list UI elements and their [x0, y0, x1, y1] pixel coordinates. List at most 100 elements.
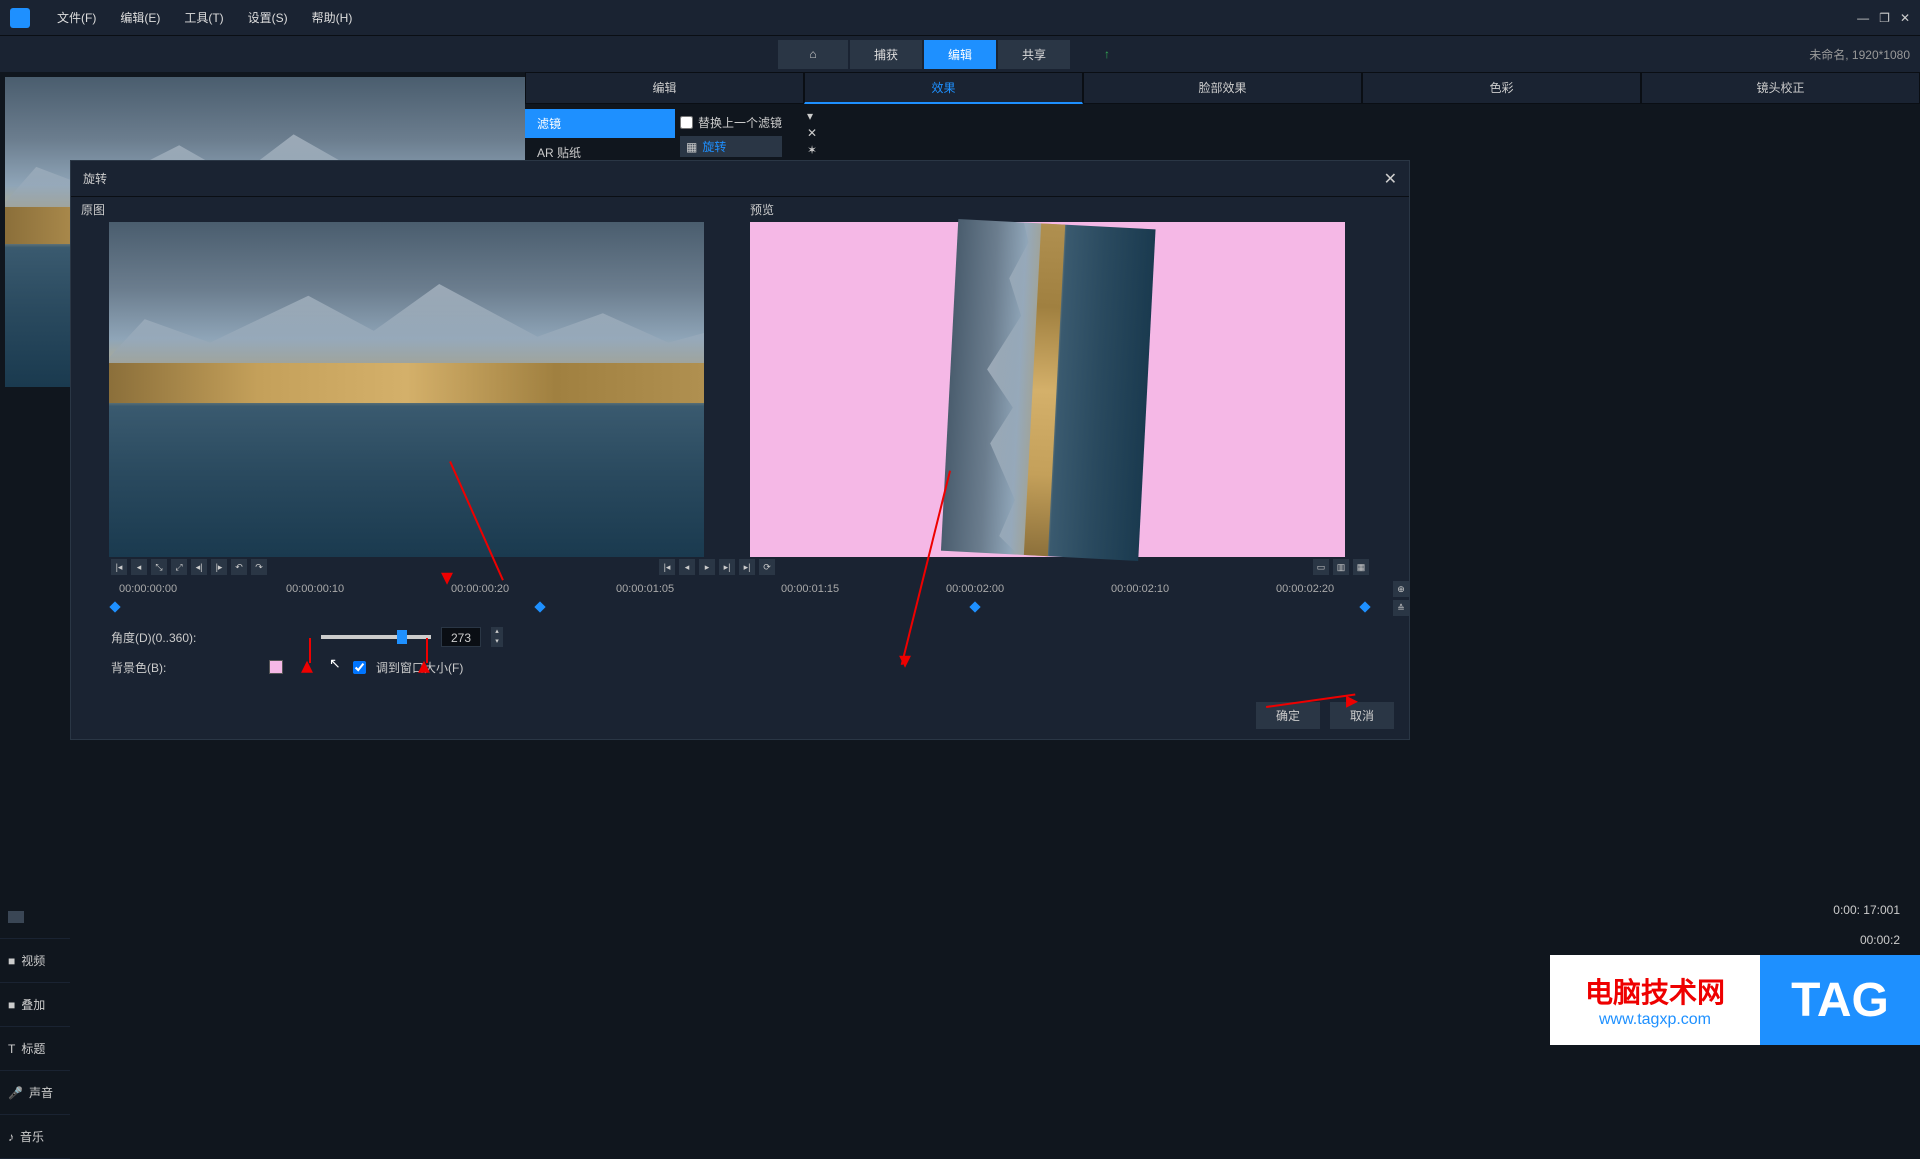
maximize-icon[interactable]: ❐ [1879, 11, 1890, 25]
nav-edit[interactable]: 编辑 [924, 40, 996, 69]
modal-timeline[interactable]: 00:00:00:00 00:00:00:10 00:00:00:20 00:0… [71, 577, 1409, 607]
dropdown-icon[interactable]: ▾ [807, 109, 817, 123]
keyframe-start[interactable] [109, 601, 120, 612]
filter-list: 滤镜 AR 贴纸 [525, 109, 675, 167]
loop-icon[interactable]: ⟳ [759, 559, 775, 575]
view1-icon[interactable]: ▭ [1313, 559, 1329, 575]
minimize-icon[interactable]: — [1857, 11, 1869, 25]
tc-2: 00:00:00:20 [451, 583, 509, 595]
close-icon[interactable]: ✕ [1900, 11, 1910, 25]
angle-slider[interactable] [321, 635, 431, 639]
tc-end: 00:00:2 [1833, 933, 1900, 947]
tl-tab-video[interactable]: ■ 视频 [0, 939, 70, 983]
settings-icon[interactable]: ✶ [807, 143, 817, 157]
angle-up-icon[interactable]: ▴ [491, 627, 503, 637]
delete-icon[interactable]: ✕ [807, 126, 817, 140]
prev-icon[interactable]: ◂ [679, 559, 695, 575]
main-menu: 文件(F) 编辑(E) 工具(T) 设置(S) 帮助(H) — ❐ ✕ [0, 0, 1920, 36]
tc-6: 00:00:02:10 [1111, 583, 1169, 595]
menu-settings[interactable]: 设置(S) [236, 9, 300, 26]
voice-icon: 🎤 [8, 1086, 23, 1100]
rotate-controls: 角度(D)(0..360): 273 ▴▾ 背景色(B): 调到窗口大小(F) [71, 607, 1409, 697]
menu-edit[interactable]: 编辑(E) [108, 9, 172, 26]
nav-share[interactable]: 共享 [998, 40, 1070, 69]
view3-icon[interactable]: ▦ [1353, 559, 1369, 575]
zoom-in-icon[interactable]: ⊕ [1393, 581, 1409, 597]
slider-thumb[interactable] [397, 630, 407, 644]
filter-options: 替换上一个滤镜 ▦ 旋转 [675, 109, 787, 167]
replace-filter-label: 替换上一个滤镜 [698, 114, 782, 131]
tl-video-label: 视频 [21, 952, 45, 969]
transport-bar: |◂ ◂ ⤡ ⤢ ◂| |▸ ↶ ↷ |◂ ◂ ▸ ▸| ▸| ⟳ ▭ ▥ ▦ [71, 557, 1409, 577]
view2-icon[interactable]: ▥ [1333, 559, 1349, 575]
nav-capture[interactable]: 捕获 [850, 40, 922, 69]
step-fwd-icon[interactable]: |▸ [211, 559, 227, 575]
filter-item-filter[interactable]: 滤镜 [525, 109, 675, 138]
tc-7: 00:00:02:20 [1276, 583, 1334, 595]
tl-tab-overlay[interactable]: ■ 叠加 [0, 983, 70, 1027]
fit-window-checkbox[interactable] [353, 661, 366, 674]
original-image [109, 222, 704, 557]
tc-current: 0:00: 17:001 [1833, 903, 1900, 917]
home-icon: ⌂ [809, 47, 816, 61]
subtab-face[interactable]: 脸部效果 [1083, 72, 1362, 104]
angle-input[interactable]: 273 [441, 627, 481, 647]
tl-music-label: 音乐 [20, 1128, 44, 1145]
subtab-edit[interactable]: 编辑 [525, 72, 804, 104]
fit-window-label: 调到窗口大小(F) [376, 659, 463, 676]
replace-filter-checkbox[interactable] [680, 116, 693, 129]
storyboard-icon [8, 911, 24, 923]
step-back-icon[interactable]: ◂| [191, 559, 207, 575]
next-icon[interactable]: ▸| [719, 559, 735, 575]
music-icon: ♪ [8, 1130, 14, 1144]
original-column: 原图 [71, 197, 740, 557]
go-end-icon[interactable]: ▸| [739, 559, 755, 575]
prev-frame-icon[interactable]: ◂ [131, 559, 147, 575]
overlay-icon: ■ [8, 998, 15, 1012]
menu-help[interactable]: 帮助(H) [300, 9, 365, 26]
collapse-icon[interactable]: ≙ [1393, 600, 1409, 616]
timecode-display: 0:00: 17:001 00:00:2 [1833, 903, 1900, 947]
redo-icon[interactable]: ↷ [251, 559, 267, 575]
tl-tab-voice[interactable]: 🎤 声音 [0, 1071, 70, 1115]
tc-1: 00:00:00:10 [286, 583, 344, 595]
tl-tab-music[interactable]: ♪ 音乐 [0, 1115, 70, 1159]
first-frame-icon[interactable]: |◂ [111, 559, 127, 575]
angle-down-icon[interactable]: ▾ [491, 637, 503, 647]
bg-color-swatch[interactable] [269, 660, 283, 674]
undo-icon[interactable]: ↶ [231, 559, 247, 575]
rotate-modal: 旋转 ✕ 原图 预览 |◂ ◂ ⤡ ⤢ ◂| |▸ ↶ ↷ |◂ ◂ [70, 160, 1410, 740]
bgcolor-label: 背景色(B): [111, 659, 241, 676]
menu-tools[interactable]: 工具(T) [172, 9, 235, 26]
project-info: 未命名, 1920*1080 [1809, 46, 1910, 63]
rotate-icon: ▦ [686, 140, 697, 154]
tl-voice-label: 声音 [29, 1084, 53, 1101]
menu-file[interactable]: 文件(F) [45, 9, 108, 26]
original-label: 原图 [71, 197, 740, 222]
keyframe-2[interactable] [969, 601, 980, 612]
modal-close-icon[interactable]: ✕ [1384, 169, 1397, 189]
subtab-lens[interactable]: 镜头校正 [1641, 72, 1920, 104]
keyframe-end[interactable] [1359, 601, 1370, 612]
top-nav: ⌂ 捕获 编辑 共享 ↑ 未命名, 1920*1080 [0, 36, 1920, 72]
go-start-icon[interactable]: |◂ [659, 559, 675, 575]
tl-overlay-label: 叠加 [21, 996, 45, 1013]
nav-upload[interactable]: ↑ [1072, 40, 1142, 69]
keyframe-1[interactable] [534, 601, 545, 612]
subtab-effect[interactable]: 效果 [804, 72, 1083, 104]
rotate-filter-label[interactable]: 旋转 [702, 138, 726, 155]
watermark: 电脑技术网 www.tagxp.com TAG [1550, 955, 1920, 1045]
video-icon: ■ [8, 954, 15, 968]
tl-title-label: 标题 [21, 1040, 45, 1057]
ok-button[interactable]: 确定 [1256, 702, 1320, 729]
cancel-button[interactable]: 取消 [1330, 702, 1394, 729]
nav-home[interactable]: ⌂ [778, 40, 848, 69]
play-icon[interactable]: ▸ [699, 559, 715, 575]
window-controls: — ❐ ✕ [1857, 11, 1910, 25]
subtab-color[interactable]: 色彩 [1362, 72, 1641, 104]
tl-tab-title[interactable]: T标题 [0, 1027, 70, 1071]
tl-tab-storyboard[interactable] [0, 895, 70, 939]
tc-4: 00:00:01:15 [781, 583, 839, 595]
reverse-icon[interactable]: ⤡ [151, 559, 167, 575]
expand-icon[interactable]: ⤢ [171, 559, 187, 575]
